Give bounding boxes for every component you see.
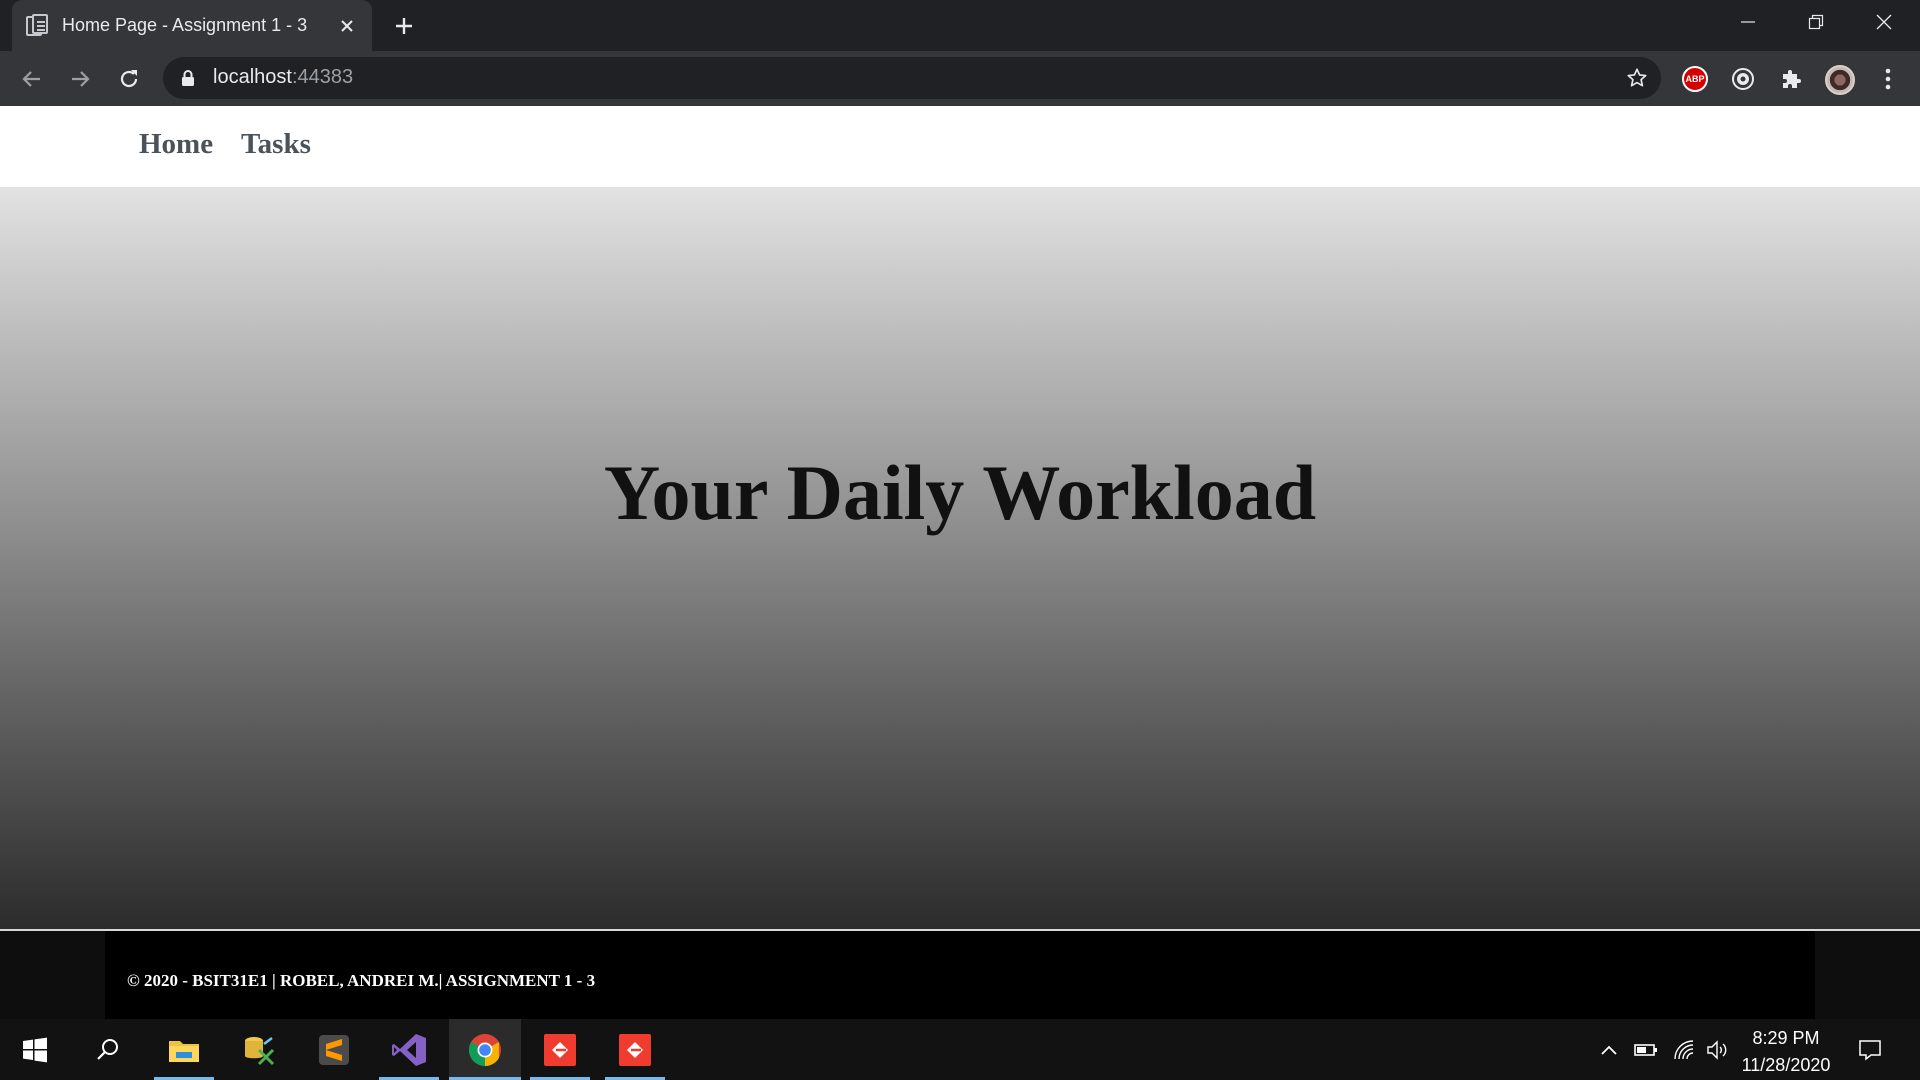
url-host: localhost: [213, 66, 292, 88]
back-arrow-icon[interactable]: [16, 63, 48, 95]
nav-link-home[interactable]: Home: [139, 128, 213, 161]
chrome-taskbar-icon[interactable]: [449, 1019, 521, 1080]
footer-copyright: © 2020 - BSIT31E1 | ROBEL, ANDREI M.| AS…: [127, 971, 596, 990]
hero-title: Your Daily Workload: [603, 449, 1317, 536]
page-favicon-icon: [26, 13, 48, 38]
sql-tool-icon[interactable]: [229, 1019, 289, 1080]
battery-icon[interactable]: [1634, 1038, 1658, 1062]
clock-time: 8:29 PM: [1752, 1028, 1820, 1048]
profile-avatar[interactable]: [1823, 63, 1857, 97]
menu-kebab-icon[interactable]: [1874, 65, 1902, 93]
tab-title: Home Page - Assignment 1 - 3: [62, 15, 308, 35]
app-red-icon-2[interactable]: [605, 1019, 665, 1080]
site-navbar: Home Tasks: [0, 106, 1920, 188]
nav-link-tasks[interactable]: Tasks: [241, 128, 311, 161]
clock-date: 11/28/2020: [1741, 1055, 1831, 1075]
browser-tab[interactable]: Home Page - Assignment 1 - 3: [12, 0, 372, 51]
abp-badge: ABP: [1682, 66, 1708, 92]
url-port: :44383: [291, 66, 354, 88]
show-hidden-icons-chevron-icon[interactable]: [1597, 1038, 1621, 1062]
address-bar[interactable]: localhost:44383: [163, 57, 1661, 99]
new-tab-button[interactable]: [390, 12, 418, 40]
volume-icon[interactable]: [1706, 1038, 1730, 1062]
minimize-icon[interactable]: [1714, 0, 1782, 44]
avatar-image: [1825, 65, 1855, 95]
adblock-extension-icon[interactable]: ABP: [1681, 65, 1709, 93]
url-text: localhost:44383: [213, 66, 353, 89]
page-viewport: Home Tasks Your Daily Workload © 2020 - …: [0, 106, 1920, 1019]
windows-start-icon[interactable]: [5, 1019, 65, 1080]
search-icon[interactable]: [78, 1019, 138, 1080]
windows-taskbar: 8:29 PM 11/28/2020: [0, 1019, 1920, 1080]
bookmark-star-icon[interactable]: [1625, 66, 1649, 90]
reload-icon[interactable]: [113, 63, 145, 95]
footer-container: © 2020 - BSIT31E1 | ROBEL, ANDREI M.| AS…: [105, 931, 1815, 1019]
restore-icon[interactable]: [1782, 0, 1850, 44]
forward-arrow-icon[interactable]: [64, 63, 96, 95]
extensions-puzzle-icon[interactable]: [1777, 65, 1805, 93]
hero-banner: Your Daily Workload: [0, 188, 1920, 935]
lock-icon[interactable]: [181, 69, 195, 87]
extension-circle-icon[interactable]: [1729, 65, 1757, 93]
app-red-icon-1[interactable]: [530, 1019, 590, 1080]
tab-strip: Home Page - Assignment 1 - 3: [0, 0, 1920, 51]
browser-toolbar: localhost:44383 ABP: [0, 51, 1920, 106]
site-footer: © 2020 - BSIT31E1 | ROBEL, ANDREI M.| AS…: [0, 931, 1920, 1019]
notification-center-icon[interactable]: [1858, 1038, 1882, 1062]
sublime-text-icon[interactable]: [304, 1019, 364, 1080]
system-clock[interactable]: 8:29 PM 11/28/2020: [1730, 1025, 1842, 1079]
close-window-icon[interactable]: [1850, 0, 1918, 44]
file-explorer-icon[interactable]: [154, 1019, 214, 1080]
visual-studio-icon[interactable]: [379, 1019, 439, 1080]
close-tab-icon[interactable]: [336, 15, 358, 37]
wifi-icon[interactable]: [1672, 1038, 1696, 1062]
